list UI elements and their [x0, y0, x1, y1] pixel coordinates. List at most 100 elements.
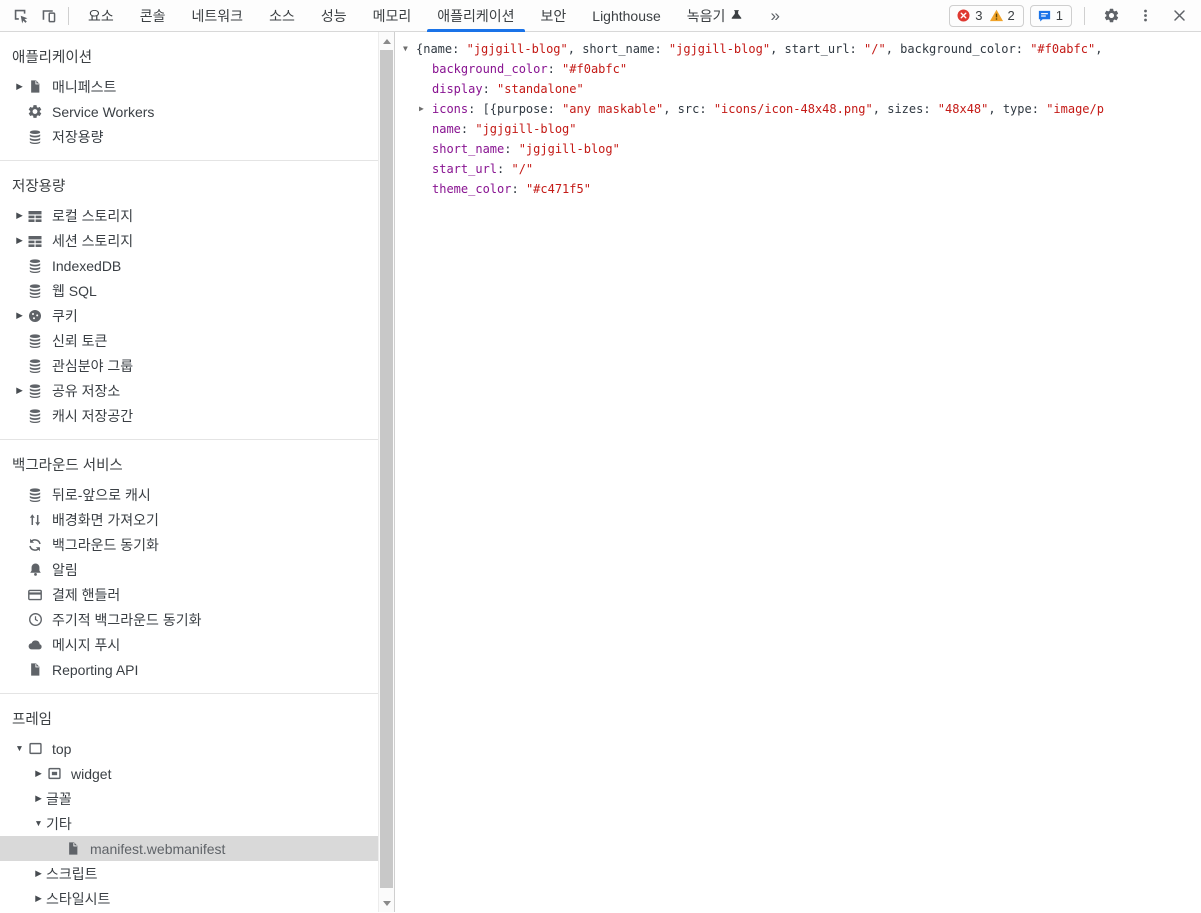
sidebar-item-trust-tokens-label: 신뢰 토큰 [52, 331, 107, 351]
sidebar-item-fonts[interactable]: ▶글꼴 [0, 786, 378, 811]
inspect-cursor-icon[interactable] [6, 3, 34, 29]
tab-sources[interactable]: 소스 [256, 0, 308, 32]
sidebar-item-indexeddb[interactable]: IndexedDB [0, 253, 378, 278]
tree-collapsed-icon[interactable]: ▶ [419, 99, 432, 119]
sidebar-item-back-forward-cache[interactable]: 뒤로-앞으로 캐시 [0, 482, 378, 507]
toolbar-separator [68, 7, 69, 25]
sidebar-item-stylesheets-label: 스타일시트 [46, 889, 110, 909]
gear-icon[interactable] [1097, 3, 1125, 29]
sidebar-section-title: 저장용량 [0, 170, 378, 203]
document-icon [65, 841, 81, 857]
tree-collapsed-icon[interactable]: ▶ [12, 378, 27, 403]
database-icon [27, 129, 43, 145]
tree-expanded-icon[interactable]: ▼ [403, 39, 416, 59]
json-row-display[interactable]: display: "standalone" [395, 79, 1201, 99]
sidebar-item-background-fetch[interactable]: 배경화면 가져오기 [0, 507, 378, 532]
tab-performance[interactable]: 성능 [308, 0, 360, 32]
sidebar-item-notifications[interactable]: 알림 [0, 557, 378, 582]
database-icon [27, 258, 43, 274]
tree-collapsed-icon[interactable]: ▶ [31, 886, 46, 911]
manifest-json-view: ▼{name: "jgjgill-blog", short_name: "jgj… [395, 32, 1201, 912]
tree-collapsed-icon[interactable]: ▶ [31, 786, 46, 811]
sidebar-item-background-sync-label: 백그라운드 동기화 [52, 535, 159, 555]
bell-icon [27, 562, 43, 578]
sidebar-item-storage[interactable]: 저장용량 [0, 124, 378, 149]
devtools-toolbar: 요소콘솔 네트워크 소스 성능 메모리애플리케이션보안Lighthouse녹음기 » 3… [0, 0, 1201, 32]
sidebar-item-reporting-api[interactable]: Reporting API [0, 657, 378, 682]
json-row-start-url[interactable]: start_url: "/" [395, 159, 1201, 179]
tab-memory[interactable]: 메모리 [360, 0, 425, 32]
sidebar-section-2: 백그라운드 서비스뒤로-앞으로 캐시배경화면 가져오기백그라운드 동기화알림결제… [0, 440, 378, 694]
json-row-background-color[interactable]: background_color: "#f0abfc" [395, 59, 1201, 79]
toolbar-separator [1084, 7, 1085, 25]
more-tabs-button[interactable]: » [756, 6, 793, 26]
sidebar-item-local-storage[interactable]: ▶로컬 스토리지 [0, 203, 378, 228]
sidebar-item-push-messaging[interactable]: 메시지 푸시 [0, 632, 378, 657]
sidebar-item-interest-groups[interactable]: 관심분야 그룹 [0, 353, 378, 378]
json-row-start-url-text: start_url: "/" [432, 159, 533, 179]
tab-performance-label: 성능 [321, 6, 347, 26]
frame-icon [27, 741, 43, 757]
json-row-name-text: name: "jgjgill-blog" [432, 119, 577, 139]
sidebar-item-manifest-webmanifest[interactable]: manifest.webmanifest [0, 836, 378, 861]
sidebar-item-cache-storage[interactable]: 캐시 저장공간 [0, 403, 378, 428]
sidebar-item-stylesheets[interactable]: ▶스타일시트 [0, 886, 378, 911]
sidebar-item-widget-frame[interactable]: ▶widget [0, 761, 378, 786]
tree-collapsed-icon[interactable]: ▶ [31, 761, 46, 786]
tree-collapsed-icon[interactable]: ▶ [31, 861, 46, 886]
tab-application[interactable]: 애플리케이션 [424, 0, 527, 32]
tab-elements[interactable]: 요소 [75, 0, 127, 32]
scrollbar-thumb[interactable] [380, 50, 393, 888]
sidebar-item-periodic-background-sync[interactable]: 주기적 백그라운드 동기화 [0, 607, 378, 632]
sidebar-item-manifest-webmanifest-label: manifest.webmanifest [90, 841, 225, 857]
cookie-icon [27, 308, 43, 324]
json-row-icons[interactable]: ▶icons: [{purpose: "any maskable", src: … [395, 99, 1201, 119]
sidebar-section-1: 저장용량▶로컬 스토리지▶세션 스토리지IndexedDB 웹 SQL▶쿠키신뢰 … [0, 161, 378, 440]
close-icon[interactable] [1165, 3, 1193, 29]
tree-collapsed-icon[interactable]: ▶ [12, 303, 27, 328]
tree-collapsed-icon[interactable]: ▶ [12, 74, 27, 99]
expander-spacer [419, 139, 432, 159]
sidebar-item-top-frame[interactable]: ▼top [0, 736, 378, 761]
device-toolbar-icon[interactable] [34, 3, 62, 29]
sidebar-item-web-sql-label: 웹 SQL [52, 281, 97, 301]
tree-expanded-icon[interactable]: ▼ [12, 736, 27, 761]
messages-badge[interactable]: 1 [1030, 5, 1072, 27]
json-row-name[interactable]: name: "jgjgill-blog" [395, 119, 1201, 139]
tab-network[interactable]: 네트워크 [179, 0, 257, 32]
expander-spacer [419, 79, 432, 99]
database-icon [27, 487, 43, 503]
iframe-icon [46, 766, 62, 782]
kebab-menu-icon[interactable] [1131, 3, 1159, 29]
sidebar-item-manifest[interactable]: ▶ 매니페스트 [0, 74, 378, 99]
sidebar-item-service-workers[interactable]: Service Workers [0, 99, 378, 124]
sidebar-item-scripts[interactable]: ▶스크립트 [0, 861, 378, 886]
json-row-short-name[interactable]: short_name: "jgjgill-blog" [395, 139, 1201, 159]
sidebar-item-trust-tokens[interactable]: 신뢰 토큰 [0, 328, 378, 353]
warning-icon [989, 8, 1004, 23]
tab-console[interactable]: 콘솔 [127, 0, 179, 32]
sidebar-scrollbar[interactable] [378, 32, 395, 912]
json-row-root[interactable]: ▼{name: "jgjgill-blog", short_name: "jgj… [395, 39, 1201, 59]
cloud-icon [27, 637, 43, 653]
sidebar-item-session-storage[interactable]: ▶세션 스토리지 [0, 228, 378, 253]
tab-security[interactable]: 보안 [528, 0, 580, 32]
warning-count: 2 [1008, 8, 1015, 23]
tab-network-label: 네트워크 [192, 6, 244, 26]
tree-collapsed-icon[interactable]: ▶ [12, 228, 27, 253]
scrollbar-up-arrow-icon[interactable] [379, 33, 394, 49]
tree-expanded-icon[interactable]: ▼ [31, 811, 46, 836]
scrollbar-down-arrow-icon[interactable] [379, 895, 394, 911]
tab-lighthouse[interactable]: Lighthouse [579, 0, 674, 32]
sidebar-item-cookies[interactable]: ▶쿠키 [0, 303, 378, 328]
sidebar-item-other[interactable]: ▼기타 [0, 811, 378, 836]
sidebar-item-web-sql[interactable]: 웹 SQL [0, 278, 378, 303]
sidebar-item-manifest-label: 매니페스트 [52, 77, 116, 97]
json-row-theme-color[interactable]: theme_color: "#c471f5" [395, 179, 1201, 199]
sidebar-item-background-sync[interactable]: 백그라운드 동기화 [0, 532, 378, 557]
tab-recorder[interactable]: 녹음기 [674, 0, 757, 32]
sidebar-item-shared-storage[interactable]: ▶공유 저장소 [0, 378, 378, 403]
issues-badge[interactable]: 3 2 [949, 5, 1023, 27]
sidebar-item-payment-handler[interactable]: 결제 핸들러 [0, 582, 378, 607]
tree-collapsed-icon[interactable]: ▶ [12, 203, 27, 228]
